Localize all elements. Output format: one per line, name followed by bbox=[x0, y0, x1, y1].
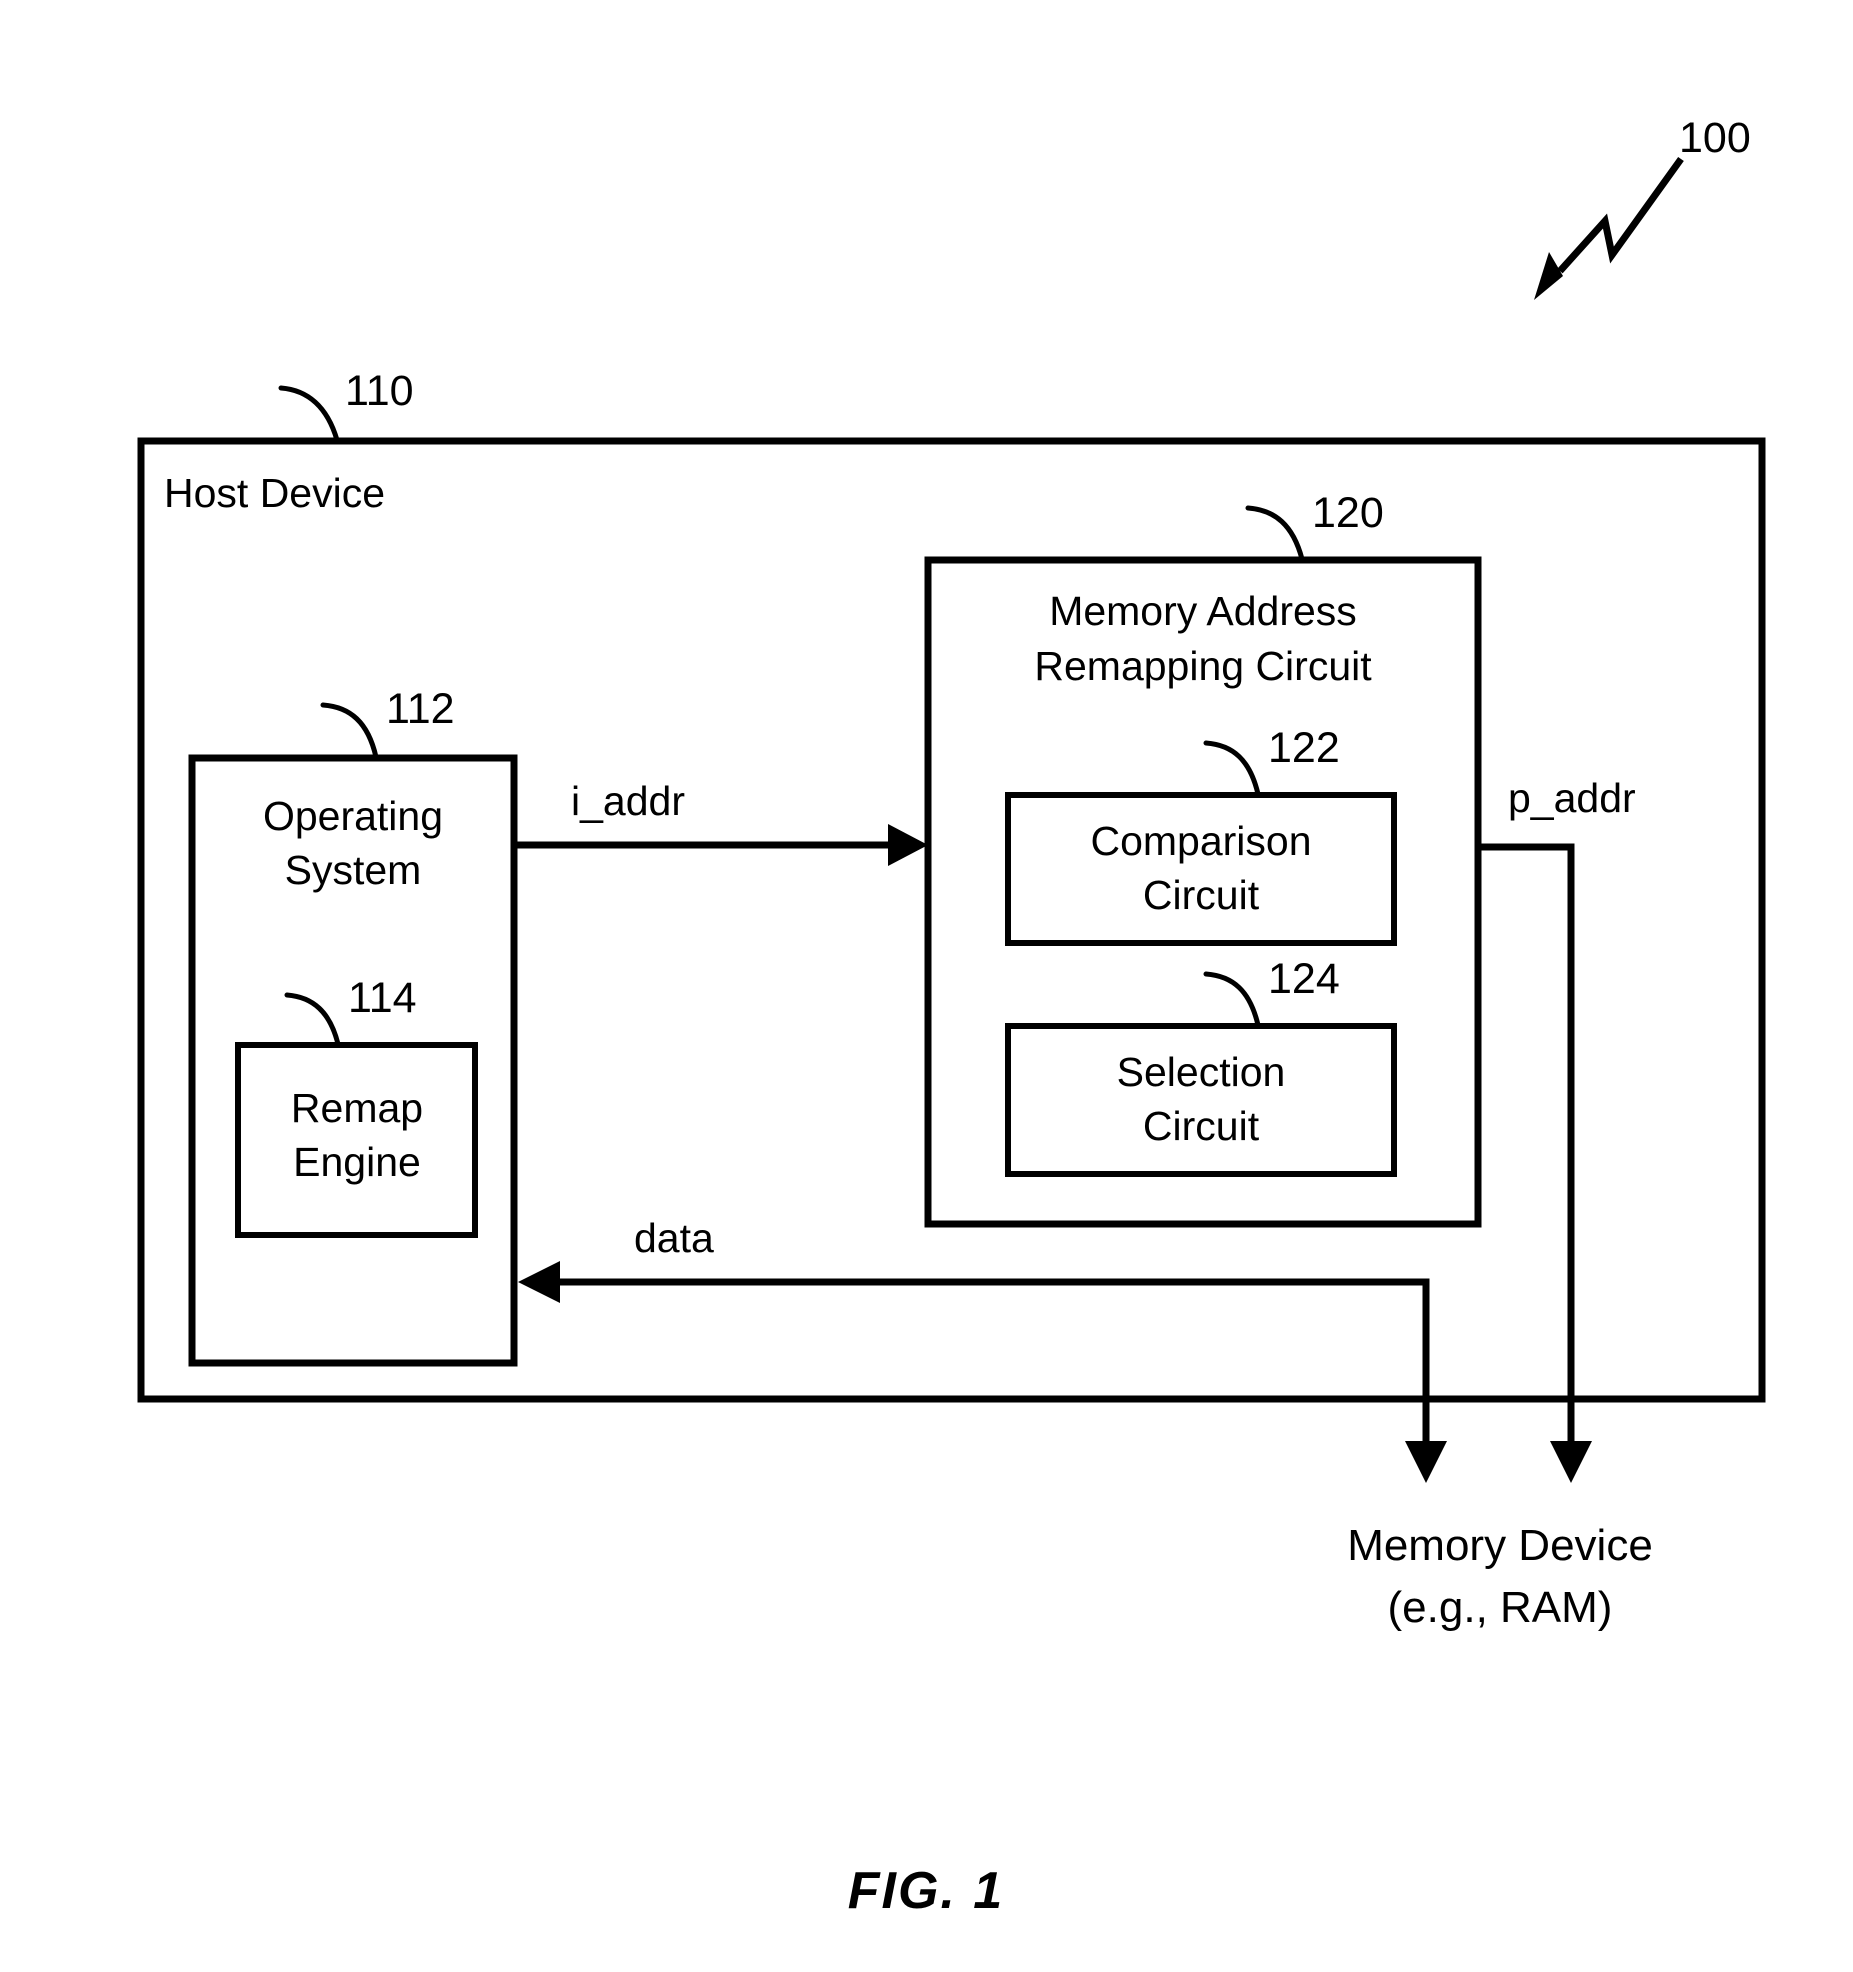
memory-device-label-line1: Memory Device bbox=[1347, 1521, 1653, 1570]
remap-engine-block: Remap Engine 114 bbox=[235, 974, 478, 1238]
host-device-ref-label: 110 bbox=[345, 367, 414, 415]
selection-circuit-ref-label: 124 bbox=[1268, 955, 1340, 1003]
remap-engine-ref-leader bbox=[284, 992, 341, 1047]
comparison-circuit-ref-label: 122 bbox=[1268, 724, 1340, 772]
selection-circuit-label-line1: Selection bbox=[1117, 1049, 1286, 1095]
operating-system-ref-leader bbox=[320, 702, 379, 760]
comparison-circuit-label-line2: Circuit bbox=[1143, 872, 1260, 918]
selection-circuit-ref-leader bbox=[1203, 971, 1261, 1028]
data-label: data bbox=[634, 1215, 714, 1261]
diagram-canvas: 100 Host Device 110 Operating System 112… bbox=[137, 114, 1766, 1920]
memory-address-remapping-circuit-label-line1: Memory Address bbox=[1049, 588, 1357, 634]
remap-engine-label-line2: Engine bbox=[293, 1139, 421, 1185]
operating-system-label-line1: Operating bbox=[263, 793, 443, 839]
overall-ref-label: 100 bbox=[1679, 114, 1751, 162]
figure-caption: FIG. 1 bbox=[848, 1862, 1004, 1920]
host-device-ref-leader bbox=[278, 385, 340, 443]
host-device-box bbox=[137, 437, 1766, 1403]
patent-figure: 100 Host Device 110 Operating System 112… bbox=[0, 0, 1853, 1972]
memory-device-block: Memory Device (e.g., RAM) bbox=[1347, 1521, 1653, 1632]
selection-circuit-label-line2: Circuit bbox=[1143, 1103, 1260, 1149]
p-addr-connection: p_addr bbox=[1478, 775, 1636, 1483]
data-arrow-head bbox=[518, 1261, 560, 1303]
data-arrow-head-memory bbox=[1405, 1441, 1447, 1483]
p-addr-line bbox=[1478, 843, 1575, 1450]
i-addr-label: i_addr bbox=[571, 778, 685, 824]
operating-system-label-line2: System bbox=[285, 847, 422, 893]
operating-system-ref-label: 112 bbox=[386, 685, 455, 733]
lightning-arrow-head bbox=[1534, 252, 1563, 300]
operating-system-block: Operating System 112 bbox=[188, 685, 518, 1367]
comparison-circuit-ref-leader bbox=[1203, 740, 1261, 797]
host-device-label: Host Device bbox=[164, 470, 385, 516]
i-addr-arrow-head bbox=[888, 824, 928, 866]
remap-engine-label-line1: Remap bbox=[291, 1085, 423, 1131]
memory-address-remapping-circuit-ref-leader bbox=[1245, 505, 1305, 562]
remap-engine-ref-label: 114 bbox=[348, 974, 417, 1022]
p-addr-arrow-head bbox=[1550, 1441, 1592, 1483]
memory-device-label-line2: (e.g., RAM) bbox=[1388, 1583, 1613, 1632]
p-addr-label: p_addr bbox=[1508, 775, 1636, 821]
comparison-circuit-label-line1: Comparison bbox=[1090, 818, 1311, 864]
memory-address-remapping-circuit-ref-label: 120 bbox=[1312, 489, 1384, 537]
memory-address-remapping-circuit-label-line2: Remapping Circuit bbox=[1034, 643, 1372, 689]
selection-circuit-block: Selection Circuit 124 bbox=[1005, 955, 1397, 1177]
overall-ref-callout: 100 bbox=[1534, 114, 1751, 300]
lightning-leader-line bbox=[1557, 156, 1684, 274]
data-connection: data bbox=[518, 1215, 1447, 1483]
i-addr-connection: i_addr bbox=[514, 778, 928, 866]
comparison-circuit-block: Comparison Circuit 122 bbox=[1005, 724, 1397, 946]
data-line bbox=[551, 1278, 1430, 1450]
